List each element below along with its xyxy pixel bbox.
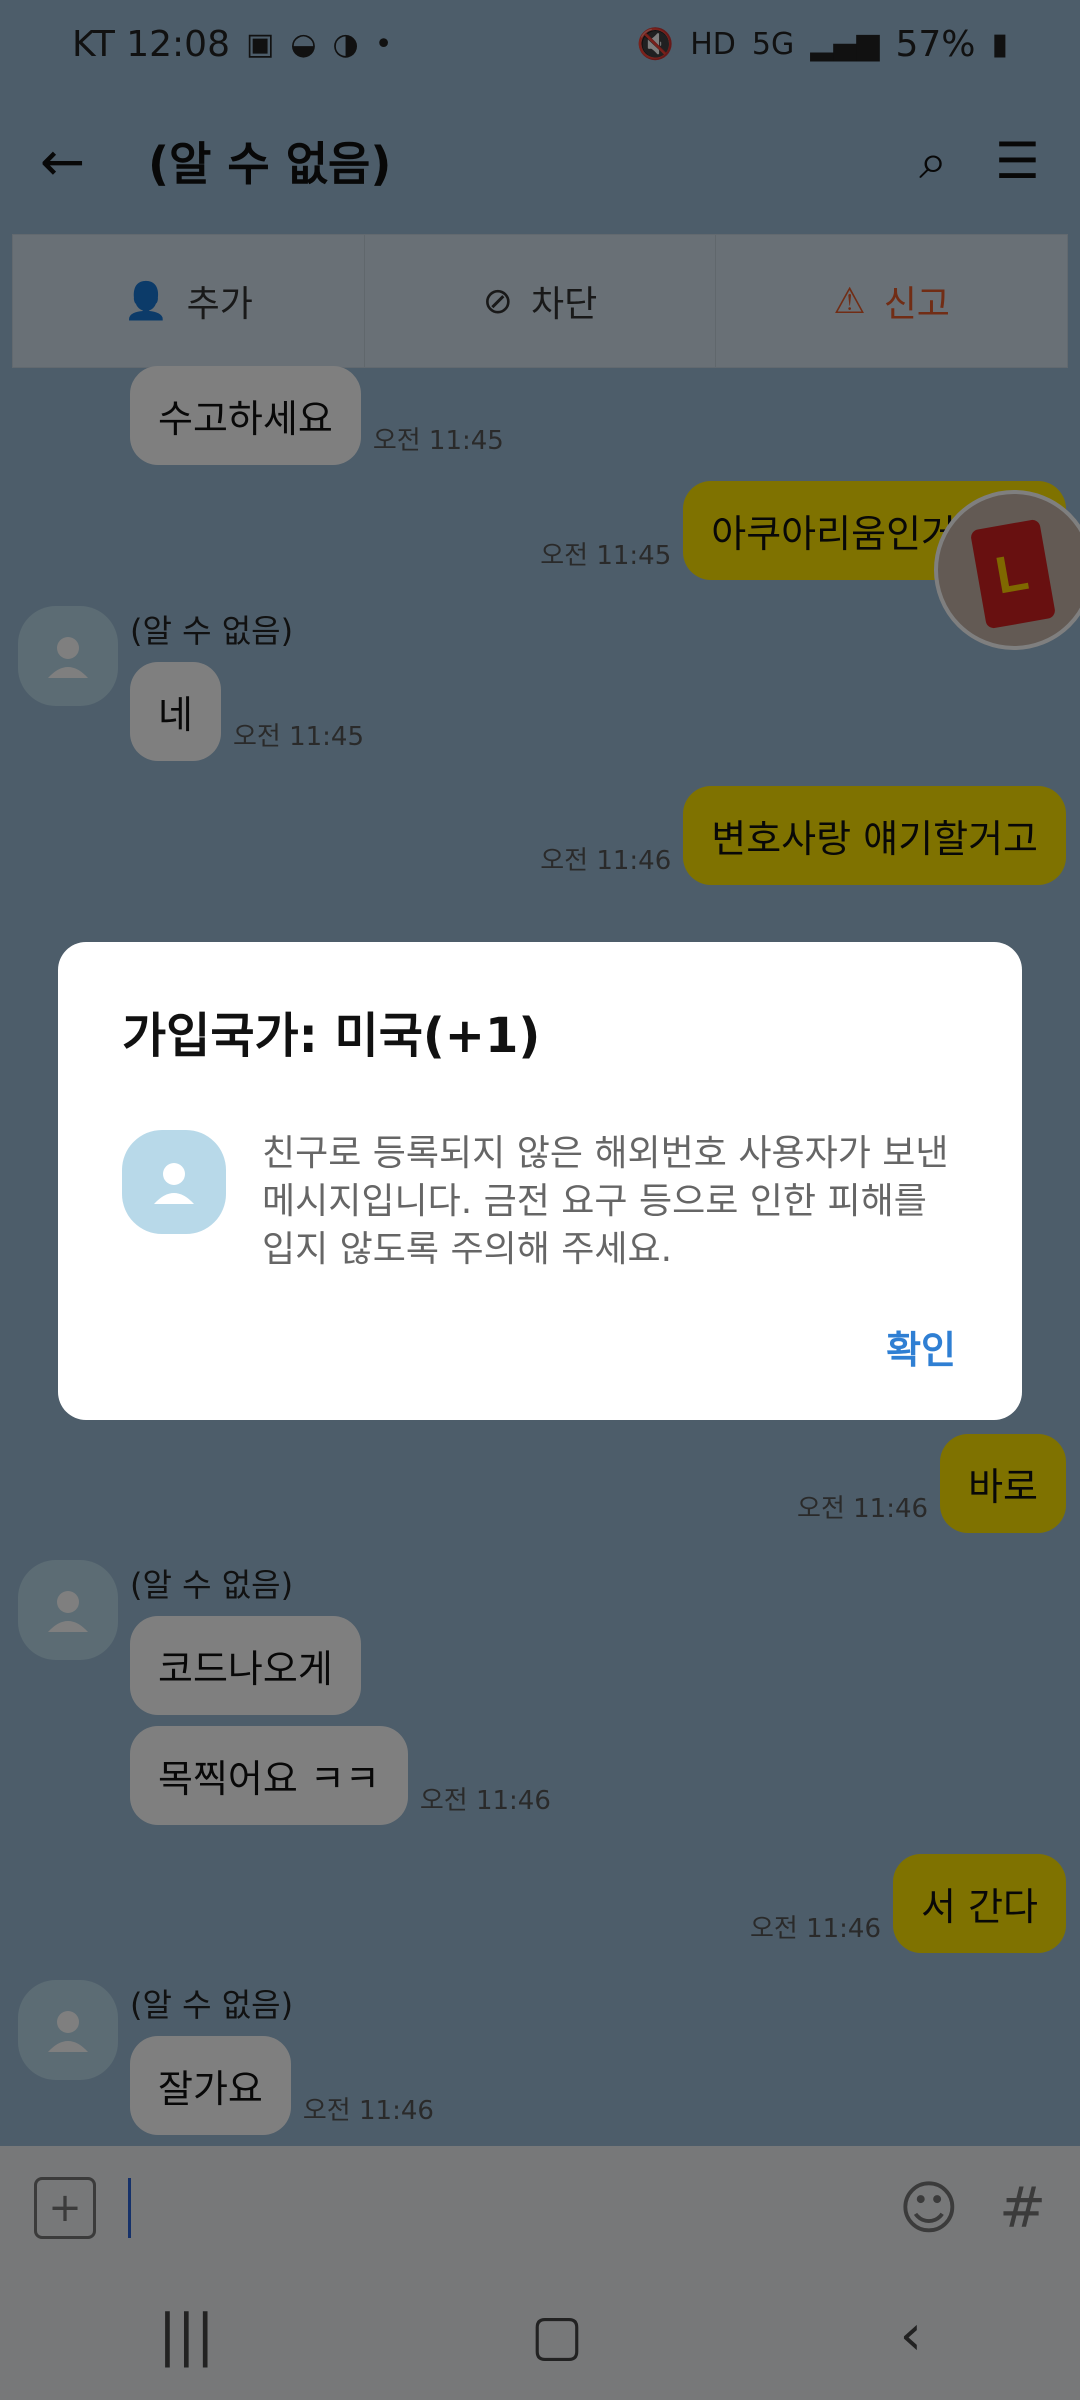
- dialog-avatar: [122, 1130, 226, 1234]
- dialog-body: 친구로 등록되지 않은 해외번호 사용자가 보낸 메시지입니다. 금전 요구 등…: [122, 1130, 958, 1274]
- confirm-button[interactable]: 확인: [886, 1319, 956, 1374]
- dialog-title: 가입국가: 미국(+1): [122, 1008, 541, 1064]
- warning-dialog: 가입국가: 미국(+1) 친구로 등록되지 않은 해외번호 사용자가 보낸 메시…: [58, 942, 1022, 1420]
- dialog-text: 친구로 등록되지 않은 해외번호 사용자가 보낸 메시지입니다. 금전 요구 등…: [262, 1133, 949, 1270]
